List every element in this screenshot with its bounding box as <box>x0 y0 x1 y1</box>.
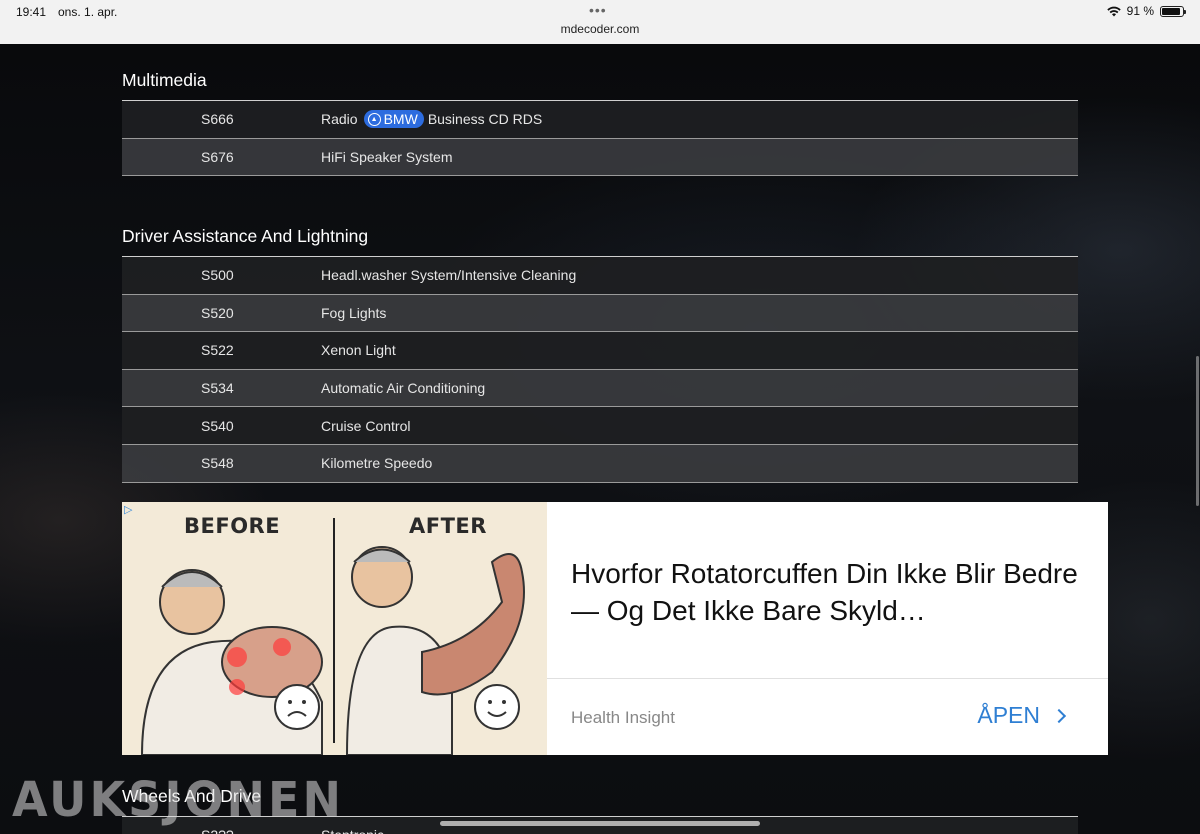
ad-open-label: ÅPEN <box>977 702 1040 728</box>
options-table-driver-assistance: S500 Headl.washer System/Intensive Clean… <box>122 256 1078 483</box>
sad-man-illustration <box>140 569 323 755</box>
option-code: S520 <box>201 304 234 321</box>
table-row: S666 Radio ▲ BMW Business CD RDS <box>122 101 1078 139</box>
option-description-text: Radio <box>321 111 358 128</box>
arrow-up-circle-icon: ▲ <box>367 112 381 126</box>
option-code: S534 <box>201 380 234 397</box>
watermark-logo: AUKSJONEN <box>12 770 344 828</box>
table-row: S548 Kilometre Speedo <box>122 444 1078 483</box>
option-description: Headl.washer System/Intensive Cleaning <box>321 267 577 284</box>
option-description: Fog Lights <box>321 304 387 321</box>
option-code: S666 <box>201 111 234 128</box>
date: ons. 1. apr. <box>58 5 118 19</box>
option-description: Cruise Control <box>321 417 411 434</box>
section-title-multimedia: Multimedia <box>122 70 207 90</box>
option-description: Xenon Light <box>321 342 396 359</box>
table-row: S500 Headl.washer System/Intensive Clean… <box>122 257 1078 295</box>
table-row: S522 Xenon Light <box>122 332 1078 370</box>
ad-image[interactable]: ▷ BEFORE AFTER <box>122 502 547 755</box>
options-table-multimedia: S666 Radio ▲ BMW Business CD RDS S676 Hi… <box>122 100 1078 177</box>
ad-illustration <box>140 546 525 755</box>
option-code: S522 <box>201 342 234 359</box>
table-row: S520 Fog Lights <box>122 294 1078 333</box>
address-bar-url[interactable]: mdecoder.com <box>0 22 1200 36</box>
option-code: S500 <box>201 267 234 284</box>
battery-icon <box>1160 5 1186 17</box>
more-dots-icon[interactable]: ••• <box>589 2 607 18</box>
battery-percent: 91 % <box>1126 4 1154 18</box>
browser-status-bar: 19:41 ons. 1. apr. ••• mdecoder.com 91 % <box>0 0 1200 44</box>
table-row: S676 HiFi Speaker System <box>122 138 1078 177</box>
ad-source: Health Insight <box>571 708 675 727</box>
option-description: Automatic Air Conditioning <box>321 380 486 397</box>
bmw-link-chip[interactable]: ▲ BMW <box>363 110 424 129</box>
chip-label: BMW <box>383 111 418 128</box>
ad-open-button[interactable]: ÅPEN <box>977 702 1067 729</box>
table-row: S534 Automatic Air Conditioning <box>122 369 1078 408</box>
wifi-icon <box>1106 6 1121 16</box>
option-code: S540 <box>201 417 234 434</box>
ad-divider <box>547 678 1108 679</box>
section-title-driver-assistance: Driver Assistance And Lightning <box>122 226 369 246</box>
home-indicator[interactable] <box>440 821 760 826</box>
status-indicators: 91 % <box>1106 4 1186 18</box>
option-description: Kilometre Speedo <box>321 455 433 472</box>
advertisement[interactable]: ▷ BEFORE AFTER Hvorfor Rotatorcuffen Din… <box>122 502 1108 755</box>
option-description: Radio ▲ BMW Business CD RDS <box>321 110 543 129</box>
option-description: HiFi Speaker System <box>321 148 453 165</box>
option-code: S676 <box>201 148 234 165</box>
ad-headline[interactable]: Hvorfor Rotatorcuffen Din Ikke Blir Bedr… <box>571 555 1091 629</box>
table-row: S540 Cruise Control <box>122 407 1078 445</box>
option-code: S548 <box>201 455 234 472</box>
happy-man-illustration <box>345 546 525 755</box>
scrollbar[interactable] <box>1196 356 1199 506</box>
option-description-text: Business CD RDS <box>427 111 543 128</box>
clock: 19:41 <box>16 5 47 19</box>
chevron-right-icon <box>1051 708 1067 723</box>
ad-text-panel[interactable]: Hvorfor Rotatorcuffen Din Ikke Blir Bedr… <box>547 502 1108 755</box>
battery-fill <box>1162 7 1181 15</box>
